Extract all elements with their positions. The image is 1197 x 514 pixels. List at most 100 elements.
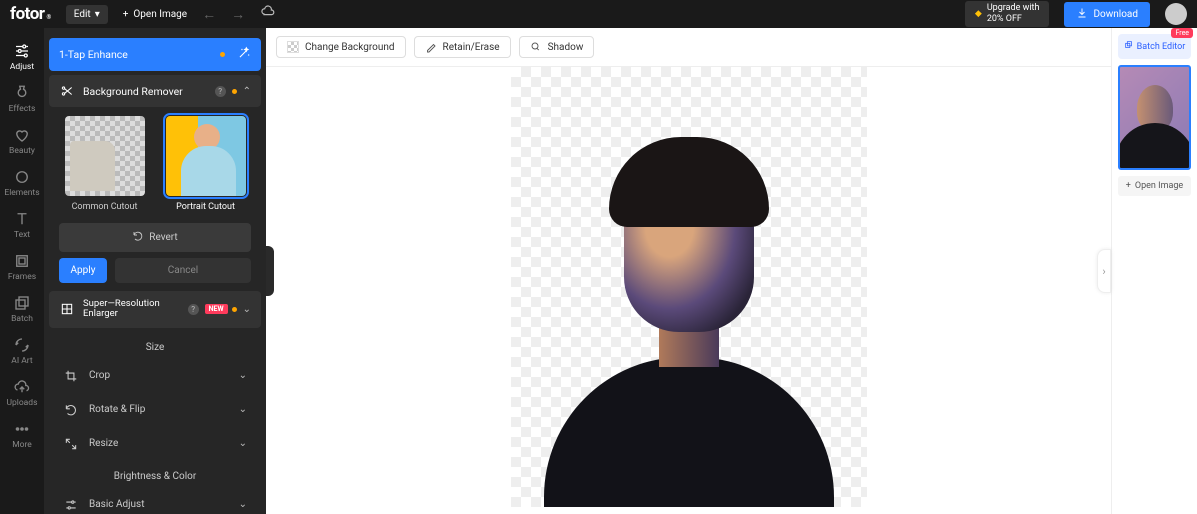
logo: fotor ® [10, 4, 51, 24]
crop-icon [63, 368, 79, 384]
crop-label: Crop [89, 370, 239, 381]
size-section-title: Size [49, 332, 261, 359]
rail-item-text[interactable]: Text [0, 204, 44, 246]
plus-icon: + [123, 9, 129, 20]
chevron-down-icon: ▾ [95, 9, 100, 20]
rail-item-beauty[interactable]: Beauty [0, 120, 44, 162]
logo-text: fotor [10, 4, 45, 24]
open-image-right-button[interactable]: + Open Image [1118, 176, 1191, 196]
right-panel-toggle[interactable]: › [1097, 249, 1111, 293]
resize-label: Resize [89, 438, 239, 449]
common-cutout-option[interactable]: Common Cutout [59, 116, 150, 212]
one-tap-enhance-row[interactable]: 1-Tap Enhance [49, 38, 261, 71]
free-badge: Free [1171, 28, 1193, 38]
shadow-label: Shadow [548, 42, 584, 53]
chevron-down-icon: ⌄ [239, 404, 247, 415]
magic-wand-icon [237, 46, 251, 63]
open-image-button[interactable]: + Open Image [123, 9, 187, 20]
diamond-icon: ◆ [975, 9, 982, 20]
info-icon: ? [188, 304, 199, 315]
rail-item-batch[interactable]: Batch [0, 288, 44, 330]
download-icon [1076, 7, 1088, 22]
right-sidebar: Free Batch Editor + Open Image [1111, 28, 1197, 514]
rail-label: Adjust [10, 62, 34, 72]
revert-label: Revert [149, 232, 177, 243]
rail-label: Batch [11, 314, 33, 324]
panel-collapse-handle[interactable] [266, 246, 274, 296]
batch-editor-label: Batch Editor [1137, 42, 1186, 52]
rail-item-adjust[interactable]: Adjust [0, 36, 44, 78]
portrait-cutout-option[interactable]: Portrait Cutout [160, 116, 251, 212]
rail-item-uploads[interactable]: Uploads [0, 372, 44, 414]
rail-label: Uploads [6, 398, 37, 408]
rail-label: Effects [9, 104, 36, 114]
tool-rail: Adjust Effects Beauty Elements Text Fram… [0, 28, 44, 514]
open-image-label: Open Image [133, 9, 187, 20]
basic-adjust-row[interactable]: Basic Adjust ⌄ [49, 488, 261, 514]
cancel-button[interactable]: Cancel [115, 258, 251, 283]
cloud-sync-icon[interactable] [260, 4, 276, 24]
crop-row[interactable]: Crop ⌄ [49, 359, 261, 393]
portrait-cutout-thumb [166, 116, 246, 196]
action-buttons: Apply Cancel [49, 258, 261, 283]
change-background-button[interactable]: Change Background [276, 36, 406, 58]
upgrade-line1: Upgrade with [987, 3, 1040, 14]
canvas-toolbar: Change Background Retain/Erase Shadow [266, 28, 1111, 67]
forward-arrow-icon[interactable]: → [231, 6, 245, 23]
plus-icon: + [1126, 181, 1131, 191]
back-arrow-icon[interactable]: ← [202, 6, 216, 23]
avatar[interactable] [1165, 3, 1187, 25]
rail-label: Text [14, 230, 30, 240]
transparency-icon [287, 41, 299, 53]
super-resolution-row[interactable]: Super—Resolution Enlarger ? NEW ⌄ [49, 291, 261, 328]
image-thumbnail[interactable] [1118, 65, 1191, 170]
upgrade-line2: 20% OFF [987, 14, 1040, 25]
change-bg-label: Change Background [305, 42, 395, 53]
rail-item-elements[interactable]: Elements [0, 162, 44, 204]
scissors-icon [59, 83, 75, 99]
retain-erase-label: Retain/Erase [443, 42, 500, 53]
chevron-down-icon: ⌄ [239, 499, 247, 510]
canvas-area: Change Background Retain/Erase Shadow [266, 28, 1111, 514]
rail-item-effects[interactable]: Effects [0, 78, 44, 120]
rail-item-frames[interactable]: Frames [0, 246, 44, 288]
rail-label: Frames [8, 272, 36, 282]
brightness-section-title: Brightness & Color [49, 461, 261, 488]
common-cutout-thumb [65, 116, 145, 196]
chevron-down-icon: ⌄ [239, 438, 247, 449]
adjust-icon [63, 497, 79, 513]
chevron-down-icon: ⌄ [239, 370, 247, 381]
rail-label: Beauty [9, 146, 35, 156]
subject-cutout [539, 117, 839, 507]
retain-erase-button[interactable]: Retain/Erase [414, 36, 511, 58]
rail-item-aiart[interactable]: AI Art [0, 330, 44, 372]
open-image-right-label: Open Image [1135, 181, 1183, 191]
edit-dropdown[interactable]: Edit ▾ [66, 5, 108, 24]
resize-row[interactable]: Resize ⌄ [49, 427, 261, 461]
rail-item-more[interactable]: More [0, 414, 44, 456]
rotate-icon [63, 402, 79, 418]
rotate-flip-row[interactable]: Rotate & Flip ⌄ [49, 393, 261, 427]
status-dot-icon [220, 52, 225, 57]
status-dot-icon [232, 307, 237, 312]
download-button[interactable]: Download [1064, 2, 1150, 27]
revert-button[interactable]: Revert [59, 223, 251, 252]
erase-icon [425, 41, 437, 53]
top-bar: fotor ® Edit ▾ + Open Image ← → ◆ Upgrad… [0, 0, 1197, 28]
canvas-body [266, 67, 1111, 514]
upgrade-button[interactable]: ◆ Upgrade with 20% OFF [965, 1, 1050, 27]
image-canvas[interactable] [511, 67, 867, 507]
chevron-up-icon: ⌃ [243, 86, 251, 97]
shadow-icon [530, 41, 542, 53]
batch-editor-button[interactable]: Free Batch Editor [1118, 34, 1191, 59]
background-remover-row[interactable]: Background Remover ? ⌃ [49, 75, 261, 107]
portrait-cutout-label: Portrait Cutout [176, 202, 235, 212]
bg-remover-label: Background Remover [83, 85, 215, 98]
shadow-button[interactable]: Shadow [519, 36, 595, 58]
status-dot-icon [232, 89, 237, 94]
super-res-label: Super—Resolution Enlarger [83, 299, 188, 320]
info-icon: ? [215, 86, 226, 97]
logo-trademark: ® [47, 14, 51, 21]
rail-label: AI Art [11, 356, 32, 366]
apply-button[interactable]: Apply [59, 258, 107, 283]
